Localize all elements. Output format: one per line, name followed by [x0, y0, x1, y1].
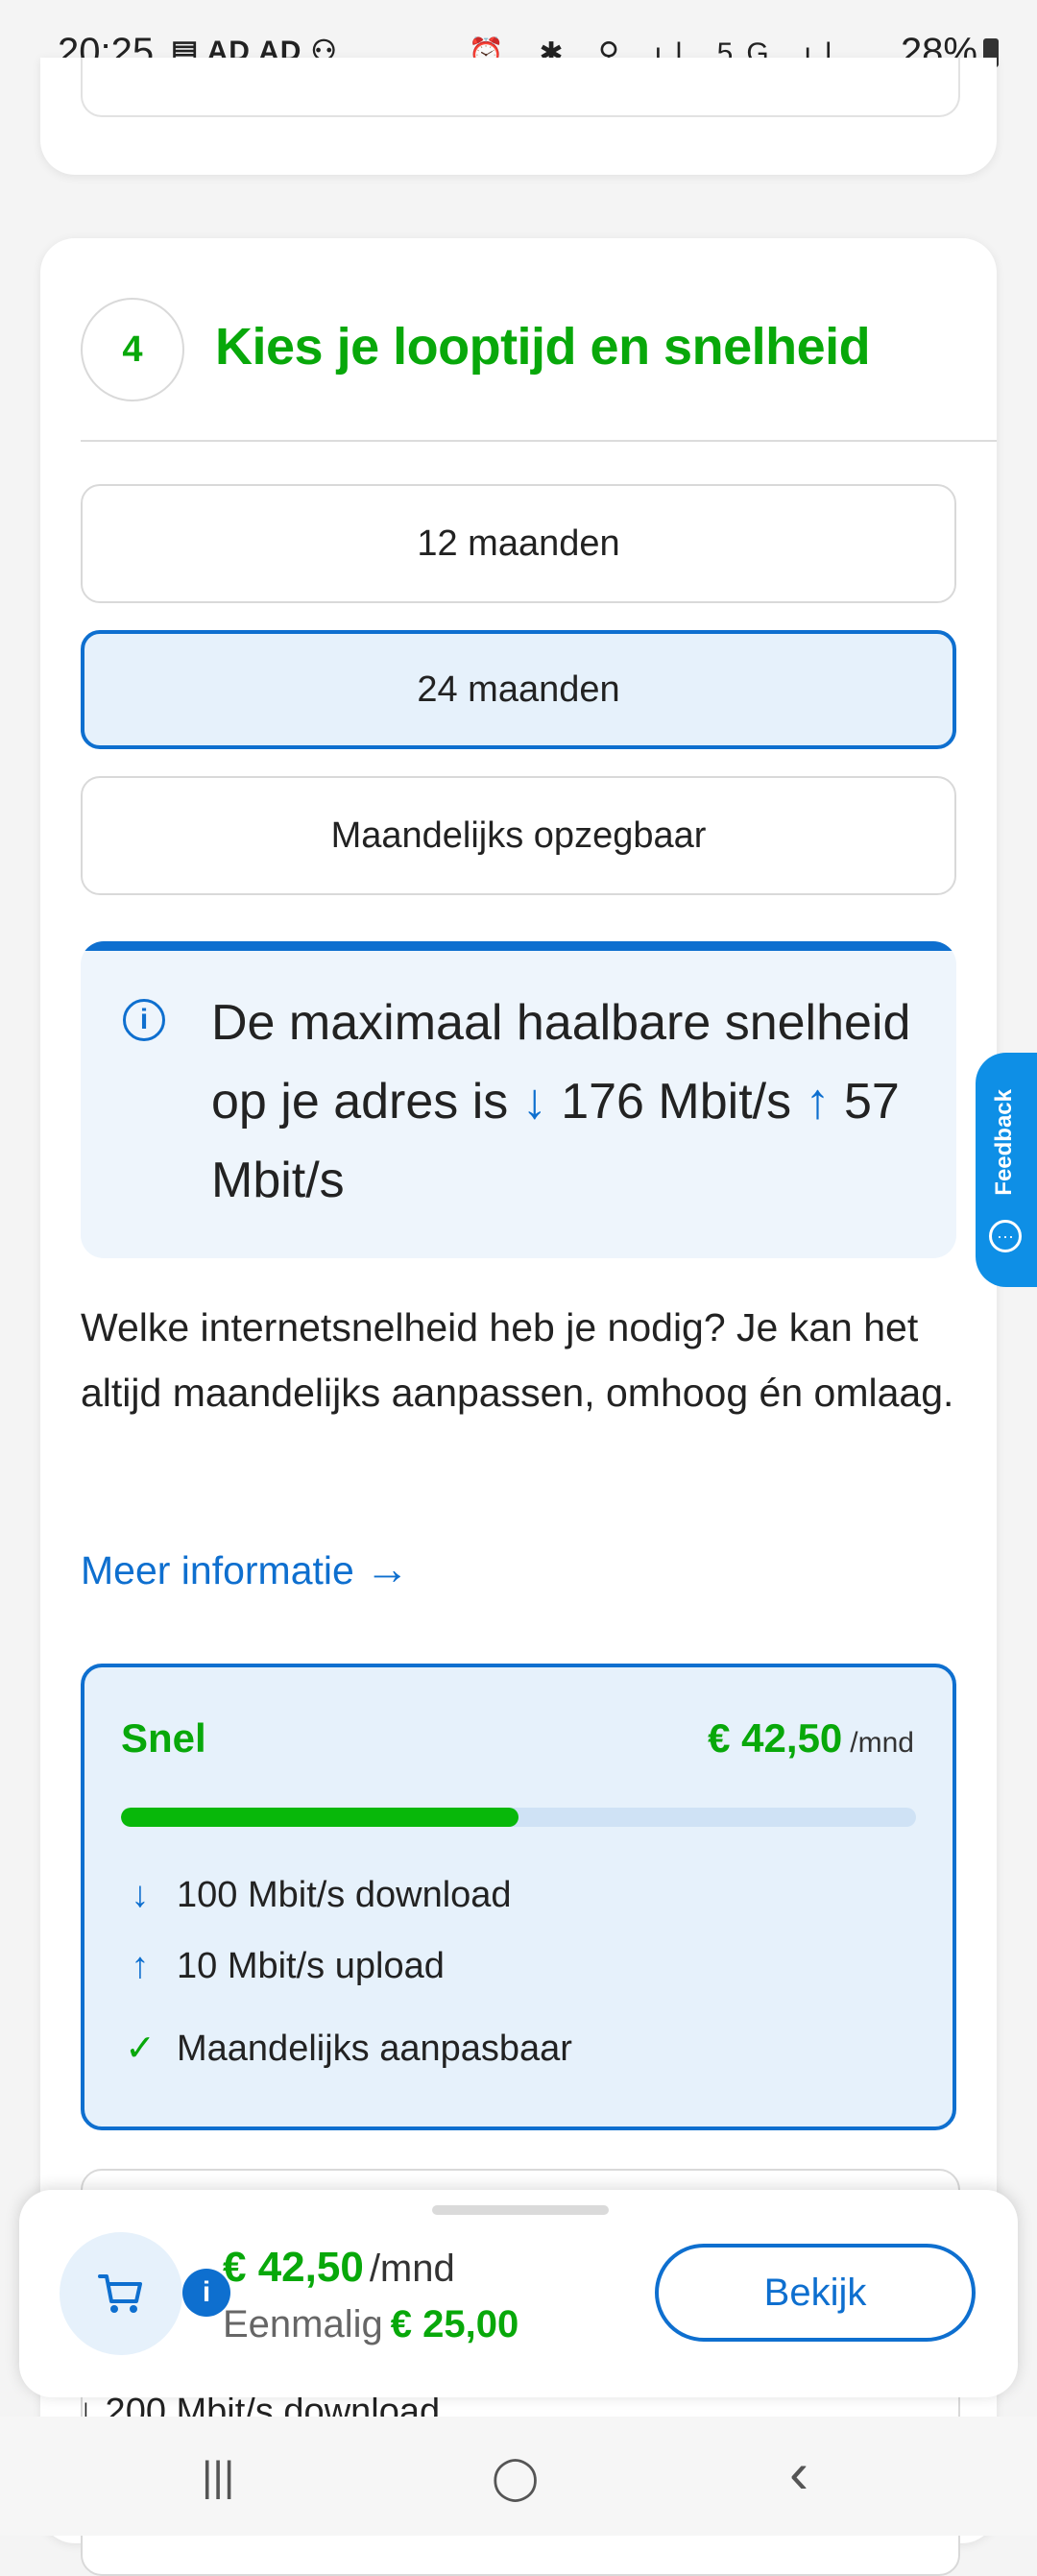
feature-adjustable-text: Maandelijks aanpasbaar [177, 2029, 572, 2069]
speed-level-bar [121, 1808, 916, 1827]
feature-upload: ↑ 10 Mbit/s upload [121, 1946, 445, 1987]
speed-question: Welke internetsnelheid heb je nodig? Je … [81, 1305, 954, 1415]
arrow-down-icon: ↓ [131, 1875, 150, 1915]
summary-price-unit: /mnd [369, 2248, 455, 2290]
view-order-button[interactable]: Bekijk [655, 2244, 976, 2342]
recent-apps-icon[interactable]: ||| [202, 2453, 234, 2501]
one-time-value: € 25,00 [390, 2303, 519, 2345]
cart-button[interactable]: i [60, 2232, 230, 2355]
feature-upload-text: 10 Mbit/s upload [177, 1946, 445, 1986]
feedback-label: Feedback [991, 1089, 1017, 1196]
more-info-label: Meer informatie [81, 1548, 354, 1592]
arrow-right-icon: → [365, 1543, 410, 1593]
term-option-24-months[interactable]: 24 maanden [81, 630, 956, 749]
more-info-link[interactable]: Meer informatie → [81, 1543, 409, 1594]
previous-step-card [40, 58, 997, 175]
arrow-up-icon: ↑ [805, 1074, 831, 1130]
feature-download-text: 100 Mbit/s download [177, 1875, 512, 1915]
summary-price-value: € 42,50 [223, 2244, 364, 2291]
home-icon[interactable]: ◯ [492, 2453, 539, 2502]
speed-level-fill [121, 1808, 518, 1827]
feature-adjustable: ✓ Maandelijks aanpasbaar [121, 2027, 572, 2070]
order-summary-sheet: i € 42,50/mnd Eenmalig € 25,00 Bekijk [19, 2190, 1018, 2397]
drag-handle[interactable] [432, 2205, 609, 2215]
back-icon[interactable]: ‹ [789, 2440, 808, 2506]
info-icon: i [123, 999, 165, 1041]
term-option-monthly-cancelable[interactable]: Maandelijks opzegbaar [81, 776, 956, 895]
price-value: € 42,50 [708, 1715, 843, 1761]
step-number: 4 [81, 298, 184, 401]
speed-option-price: € 42,50/mnd [708, 1715, 914, 1762]
max-speed-info: i De maximaal haalbare snelheid op je ad… [81, 941, 956, 1258]
price-unit: /mnd [850, 1727, 914, 1759]
speed-option-name: Snel [121, 1715, 206, 1761]
chat-bubble-icon: ··· [989, 1220, 1022, 1252]
term-option-12-months[interactable]: 12 maanden [81, 484, 956, 603]
feature-download: ↓ 100 Mbit/s download [121, 1875, 512, 1916]
one-time-label: Eenmalig [223, 2303, 383, 2345]
info-accent-bar [81, 941, 956, 951]
feedback-tab[interactable]: Feedback ··· [976, 1053, 1037, 1287]
previous-step-field[interactable] [81, 58, 960, 117]
arrow-down-icon: ↓ [521, 1074, 547, 1130]
divider [81, 440, 997, 442]
shopping-cart-icon [98, 2274, 142, 2313]
checkmark-icon: ✓ [125, 2029, 156, 2069]
speed-option-snel[interactable]: Snel € 42,50/mnd ↓ 100 Mbit/s download ↑ 1… [81, 1664, 956, 2130]
summary-monthly-price: € 42,50/mnd [223, 2244, 455, 2292]
download-max-value: 176 Mbit/s [561, 1074, 792, 1130]
step-title: Kies je looptijd en snelheid [215, 318, 871, 376]
arrow-up-icon: ↑ [131, 1946, 150, 1986]
system-nav-bar: ||| ◯ ‹ [0, 2417, 1037, 2536]
summary-one-time-cost: Eenmalig € 25,00 [223, 2303, 518, 2346]
max-speed-text: De maximaal haalbare snelheid op je adre… [211, 984, 922, 1220]
